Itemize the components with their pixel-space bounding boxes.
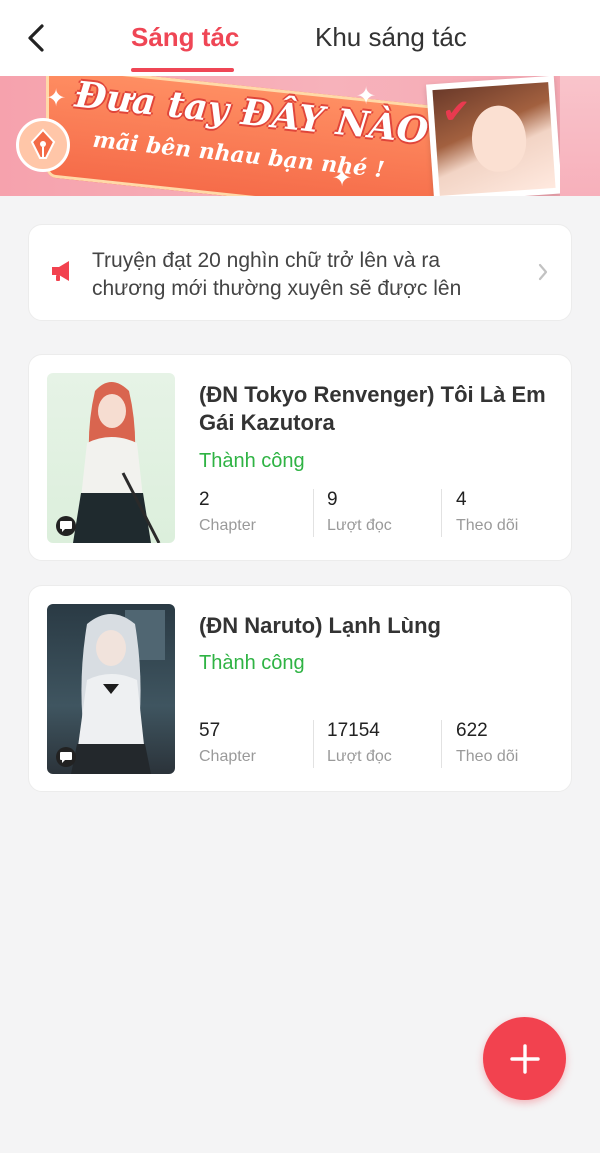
stat-reads: 9 Lượt đọc [327,489,392,537]
back-button[interactable] [18,18,54,58]
stat-label: Chapter [199,517,256,534]
stat-followers: 4 Theo dõi [456,489,518,537]
stat-reads: 17154 Lượt đọc [327,720,392,768]
stat-value: 2 [199,489,210,510]
chevron-left-icon [28,24,44,52]
comment-bubble-icon [56,516,76,536]
story-title: (ĐN Naruto) Lạnh Lùng [199,613,441,638]
promo-banner[interactable]: ✦ ✦ ✦ Đưa tay ĐÂY NÀO mãi bên nhau bạn n… [0,76,600,196]
top-navigation-bar: Sáng tác Khu sáng tác [0,0,600,76]
notice-text: Truyện đạt 20 nghìn chữ trở lên và ra ch… [92,249,462,300]
stat-value: 17154 [327,720,380,741]
chevron-right-icon [538,263,548,281]
heart-icon: ✔ [442,93,471,131]
stat-value: 57 [199,720,221,741]
comment-bubble-icon [56,747,76,767]
stat-chapter: 2 Chapter [199,489,256,537]
stat-value: 622 [456,720,488,741]
plus-icon [509,1043,540,1074]
story-card[interactable]: (ĐN Tokyo Renvenger) Tôi Là Em Gái Kazut… [28,354,572,561]
stat-value: 9 [327,489,338,510]
stat-label: Lượt đọc [327,748,392,765]
megaphone-icon [52,261,69,281]
stat-chapter: 57 Chapter [199,720,256,768]
stat-followers: 622 Theo dõi [456,720,518,768]
stat-label: Theo dõi [456,748,519,765]
add-story-button[interactable] [483,1017,566,1100]
sparkle-icon: ✦ [46,85,67,112]
story-status: Thành công [199,450,305,472]
story-cover-image [47,373,175,543]
story-card[interactable]: (ĐN Naruto) Lạnh Lùng Thành công 57 Chap… [28,585,572,792]
notice-card[interactable]: Truyện đạt 20 nghìn chữ trở lên và ra ch… [28,224,572,321]
tab-khu-sang-tac[interactable]: Khu sáng tác [315,22,467,53]
stat-label: Theo dõi [456,517,519,534]
active-tab-indicator [131,68,234,72]
stat-value: 4 [456,489,467,510]
story-status: Thành công [199,652,305,674]
story-title: (ĐN Tokyo Renvenger) Tôi Là Em Gái Kazut… [199,382,546,435]
story-cover-image [47,604,175,774]
tab-sang-tac[interactable]: Sáng tác [131,22,239,53]
stat-label: Lượt đọc [327,517,392,534]
pen-nib-icon [16,118,70,172]
stat-label: Chapter [199,748,256,765]
